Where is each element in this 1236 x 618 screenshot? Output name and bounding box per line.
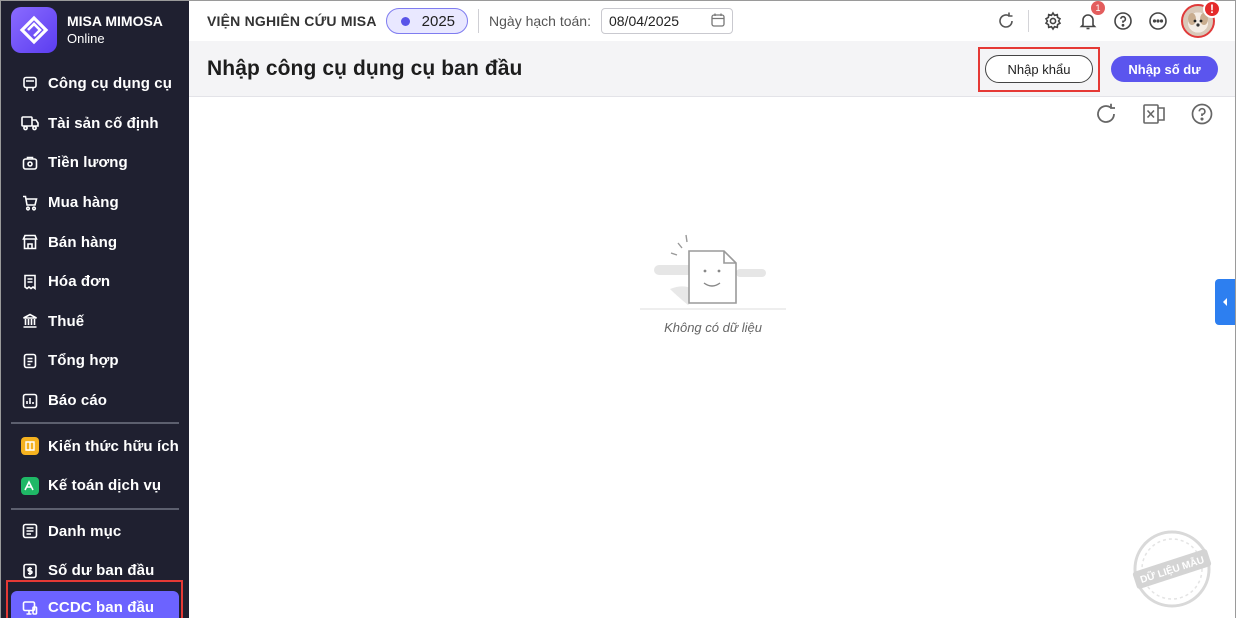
tools-icon: [21, 75, 39, 93]
salary-icon: [21, 154, 39, 172]
sidebar-item-tai-san-co-dinh[interactable]: Tài sản cố định: [1, 104, 189, 144]
notification-badge: 1: [1091, 1, 1105, 15]
year-dot-icon: [400, 16, 410, 26]
calendar-icon[interactable]: [711, 13, 725, 30]
sample-data-stamp: DỮ LIỆU MẪU: [1132, 530, 1212, 608]
sidebar-item-label: Số dư ban đầu: [48, 562, 155, 580]
sidebar-item-label: Kế toán dịch vụ: [48, 477, 162, 495]
sidebar-item-hoa-don[interactable]: Hóa đơn: [1, 262, 189, 302]
content-area: Không có dữ liệu DỮ LIỆU MẪU: [189, 98, 1235, 618]
help-icon[interactable]: [1112, 10, 1134, 32]
sidebar-item-label: Danh mục: [48, 522, 122, 540]
side-panel-toggle[interactable]: [1215, 279, 1235, 325]
bell-icon[interactable]: 1: [1077, 1, 1105, 32]
posting-date-field[interactable]: 08/04/2025: [600, 8, 733, 34]
topbar-divider: [1028, 10, 1029, 32]
brand-name: MISA MIMOSA: [67, 13, 163, 29]
sync-icon[interactable]: [995, 10, 1017, 32]
sidebar-item-label: Bán hàng: [48, 233, 118, 251]
sidebar-item-label: Tiền lương: [48, 154, 128, 172]
sidebar-item-kien-thuc-huu-ich[interactable]: Kiến thức hữu ích: [1, 426, 189, 466]
chevron-left-icon: [1223, 298, 1227, 306]
sidebar-item-mua-hang[interactable]: Mua hàng: [1, 183, 189, 223]
avatar-alert-badge: !: [1203, 0, 1221, 18]
import-button[interactable]: Nhập khẩu: [985, 55, 1093, 83]
sidebar-item-label: Báo cáo: [48, 392, 108, 410]
organization-name[interactable]: VIỆN NGHIÊN CỨU MISA: [207, 13, 377, 29]
store-icon: [21, 233, 39, 251]
balance-icon: [21, 562, 39, 580]
invoice-icon: [21, 273, 39, 291]
empty-state-text: Không có dữ liệu: [664, 320, 762, 335]
brand-subtitle: Online: [67, 31, 105, 46]
fiscal-year-value: 2025: [421, 12, 456, 30]
sidebar-item-label: Hóa đơn: [48, 273, 111, 291]
fiscal-year-selector[interactable]: 2025: [385, 8, 469, 34]
sidebar-item-label: Tài sản cố định: [48, 114, 159, 132]
document-icon: [21, 352, 39, 370]
excel-export-icon[interactable]: [1141, 101, 1167, 127]
sidebar-divider: [11, 422, 179, 425]
sidebar-item-tien-luong[interactable]: Tiền lương: [1, 143, 189, 183]
sidebar-item-label: Tổng hợp: [48, 352, 119, 370]
enter-balance-button[interactable]: Nhập số dư: [1111, 56, 1218, 82]
topbar-actions: 1 !: [982, 0, 1235, 41]
posting-date-value: 08/04/2025: [608, 13, 680, 29]
page-header: Nhập công cụ dụng cụ ban đầu Nhập khẩu N…: [189, 41, 1235, 97]
list-icon: [21, 522, 39, 540]
no-data-illustration-icon: [640, 234, 786, 310]
cart-icon: [21, 194, 39, 212]
sidebar-item-ban-hang[interactable]: Bán hàng: [1, 222, 189, 262]
brand[interactable]: MISA MIMOSA Online: [11, 7, 163, 53]
active-item-highlight: [6, 580, 183, 618]
sidebar-item-ke-toan-dich-vu[interactable]: Kế toán dịch vụ: [1, 466, 189, 506]
knowledge-icon: [21, 437, 39, 456]
sidebar-item-tong-hop[interactable]: Tổng hợp: [1, 341, 189, 381]
sidebar-item-label: Mua hàng: [48, 194, 119, 212]
sidebar-item-label: Công cụ dụng cụ: [48, 75, 172, 93]
sidebar: MISA MIMOSA Online Công cụ dụng cụ Tài s…: [1, 1, 189, 618]
more-icon[interactable]: [1147, 10, 1169, 32]
gear-icon[interactable]: [1042, 10, 1064, 32]
sidebar-item-danh-muc[interactable]: Danh mục: [1, 512, 189, 552]
avatar[interactable]: !: [1181, 0, 1221, 38]
topbar: VIỆN NGHIÊN CỨU MISA 2025 Ngày hạch toán…: [189, 0, 1235, 41]
sidebar-divider: [11, 507, 179, 510]
sidebar-item-label: Thuế: [48, 312, 85, 330]
grid-toolbar: [1071, 101, 1215, 127]
page-title: Nhập công cụ dụng cụ ban đầu: [207, 56, 523, 80]
posting-date-label: Ngày hạch toán:: [489, 13, 591, 29]
topbar-divider: [478, 9, 480, 33]
truck-icon: [21, 114, 39, 132]
misa-logo-icon: [11, 7, 57, 53]
service-icon: [21, 476, 39, 495]
sidebar-item-thue[interactable]: Thuế: [1, 302, 189, 342]
report-icon: [21, 392, 39, 410]
sidebar-item-label: Kiến thức hữu ích: [48, 437, 179, 455]
sidebar-nav: Công cụ dụng cụ Tài sản cố định Tiền lươ…: [1, 64, 189, 618]
sidebar-item-cong-cu-dung-cu[interactable]: Công cụ dụng cụ: [1, 64, 189, 104]
empty-state: Không có dữ liệu: [640, 231, 786, 335]
sidebar-item-bao-cao[interactable]: Báo cáo: [1, 381, 189, 421]
bank-icon: [21, 312, 39, 330]
refresh-icon[interactable]: [1093, 101, 1119, 127]
help-icon[interactable]: [1189, 101, 1215, 127]
